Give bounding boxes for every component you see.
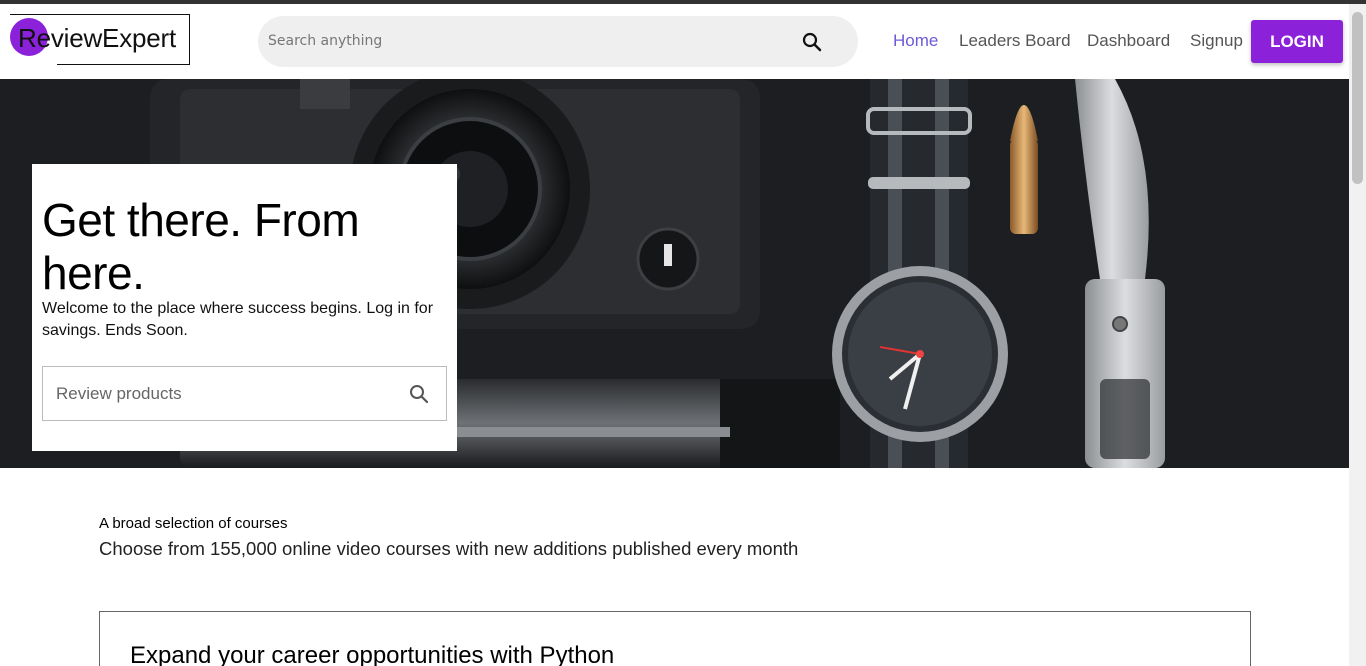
hero-banner: Get there. From here. Welcome to the pla… (0, 79, 1349, 468)
hero-title: Get there. From here. (42, 194, 360, 299)
course-card-title: Expand your career opportunities with Py… (130, 642, 615, 666)
review-search (42, 366, 447, 421)
hero-subtitle: Welcome to the place where success begin… (42, 300, 434, 339)
nav-home[interactable]: Home (893, 31, 938, 51)
scrollbar-thumb[interactable] (1352, 12, 1363, 184)
nav-leaders-board[interactable]: Leaders Board (959, 31, 1071, 51)
nav-dashboard[interactable]: Dashboard (1087, 31, 1170, 51)
scrollbar[interactable] (1349, 4, 1366, 666)
nav-signup[interactable]: Signup (1190, 31, 1243, 51)
logo[interactable]: ReviewExpert (10, 13, 190, 65)
global-search-input[interactable] (268, 27, 788, 55)
courses-kicker: A broad selection of courses (99, 515, 288, 532)
global-search (258, 16, 858, 67)
hero-card: Get there. From here. Welcome to the pla… (32, 164, 457, 451)
search-icon[interactable] (409, 384, 429, 404)
courses-description: Choose from 155,000 online video courses… (99, 538, 799, 559)
navbar: ReviewExpert Home Leaders Board Dashboar… (0, 4, 1349, 79)
search-icon[interactable] (802, 32, 822, 52)
logo-text: ReviewExpert (18, 23, 176, 53)
course-card: Expand your career opportunities with Py… (99, 611, 1251, 666)
login-button[interactable]: LOGIN (1251, 20, 1343, 63)
review-products-input[interactable] (56, 380, 386, 408)
